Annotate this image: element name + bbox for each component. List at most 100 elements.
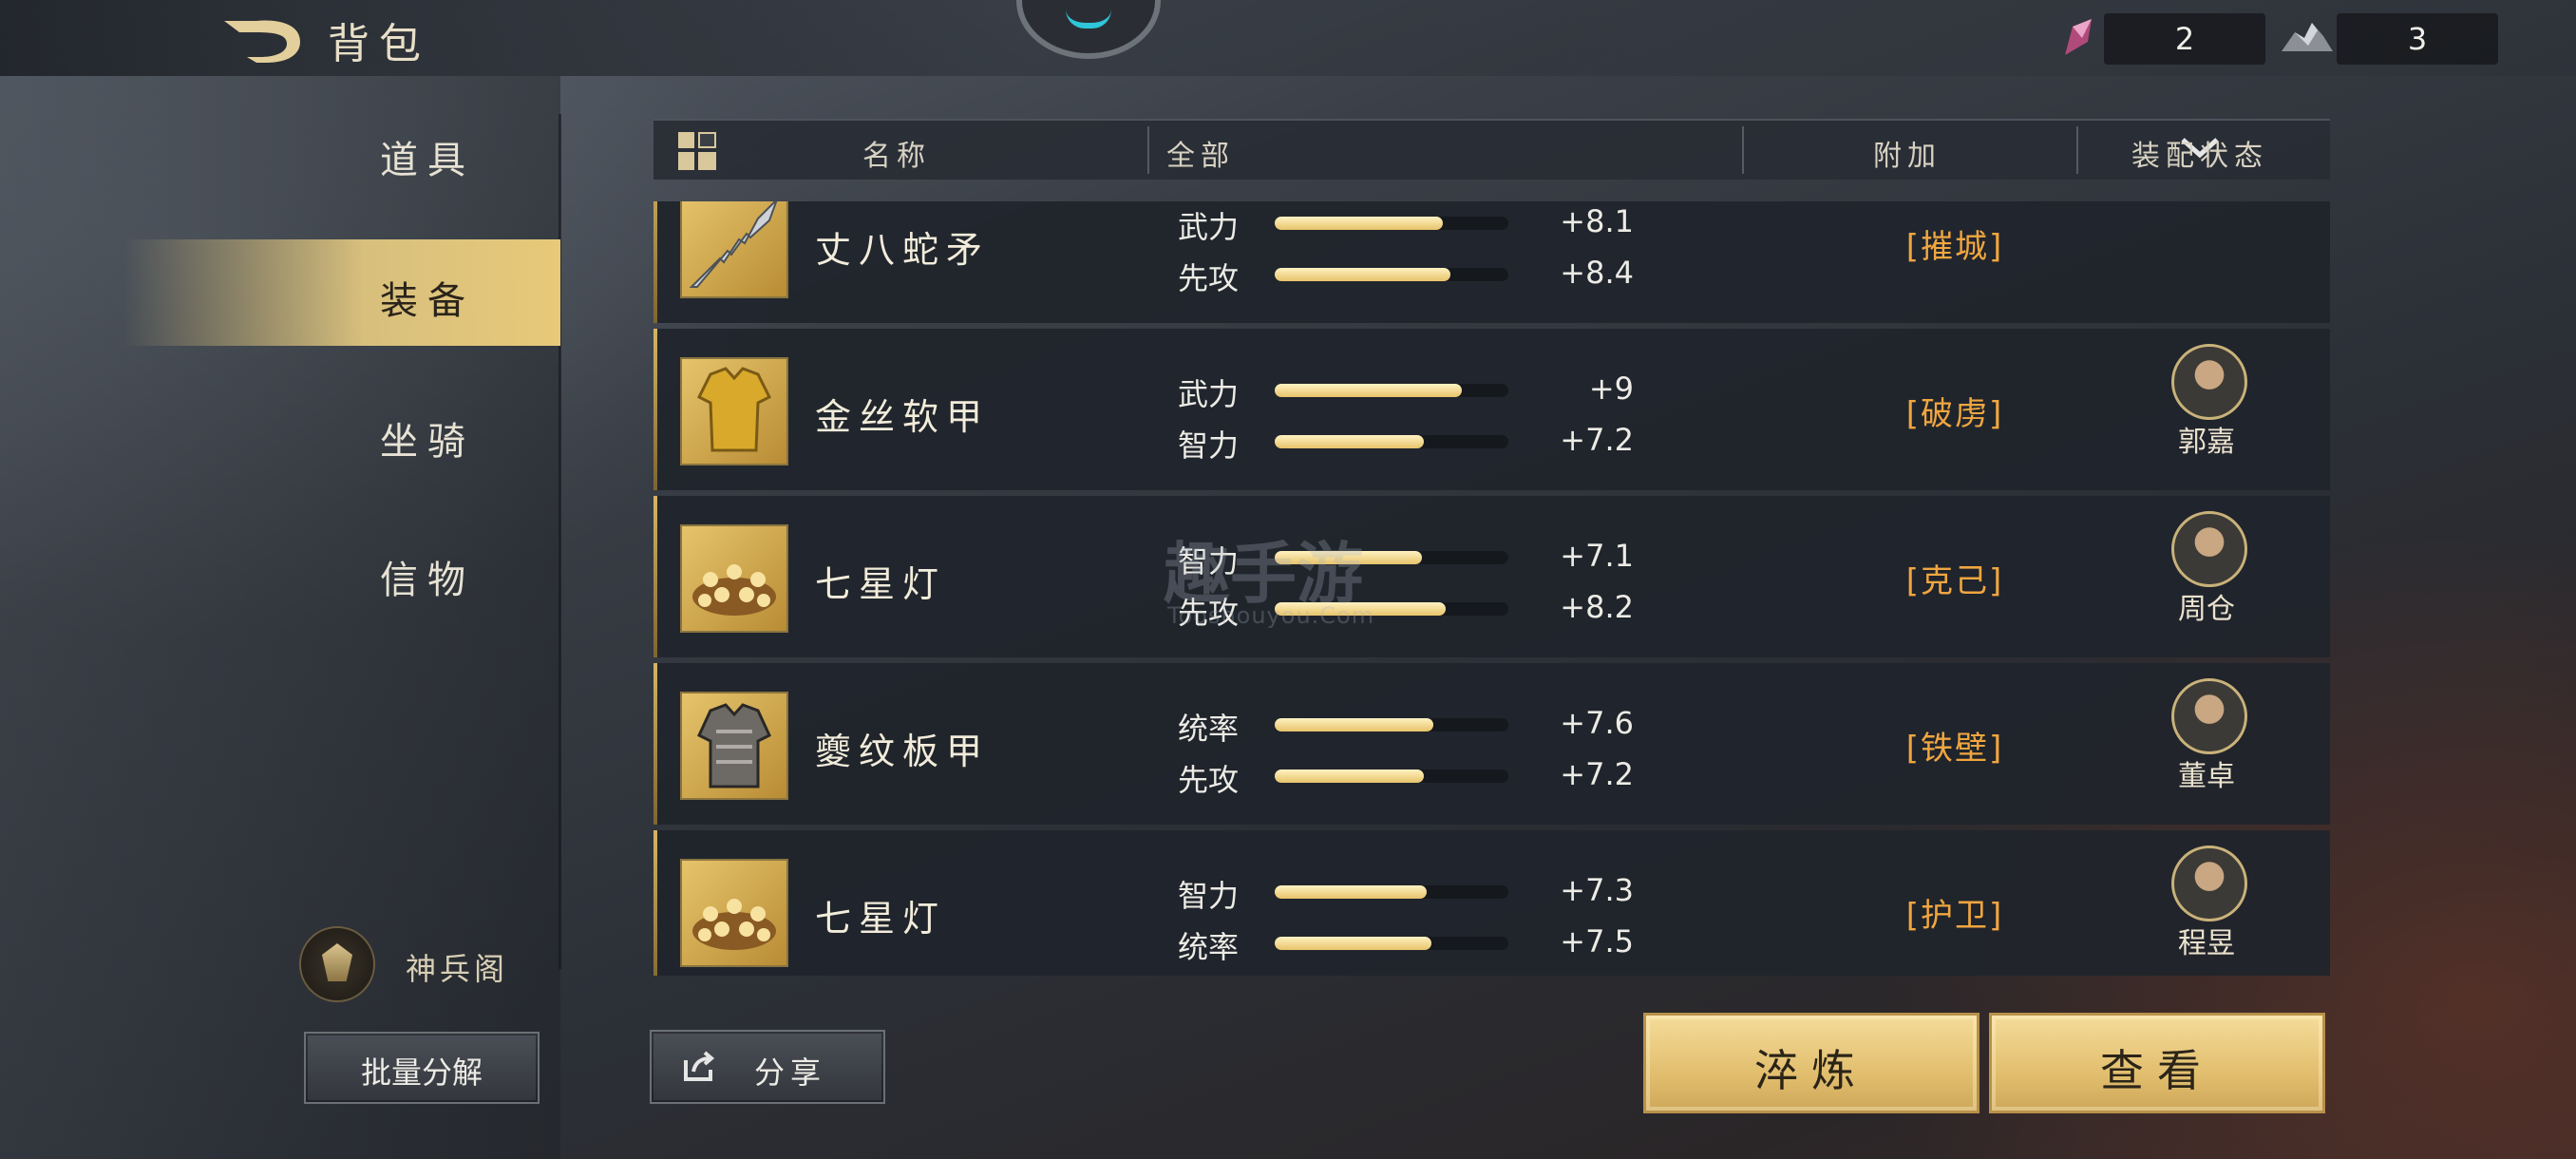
stat-bar [1275, 217, 1508, 230]
equipped-hero[interactable]: 郭嘉 [2152, 344, 2266, 486]
stat-label: 武力 [1178, 209, 1240, 245]
seven-star-lamp-icon [680, 859, 788, 967]
row-accent [653, 663, 657, 825]
share-label: 分享 [754, 1054, 827, 1091]
stat-value: +7.2 [1560, 756, 1634, 792]
hero-avatar [2171, 846, 2247, 922]
filter-dropdown-value: 全部 [1166, 140, 1235, 173]
equipped-hero[interactable]: 董卓 [2152, 678, 2266, 821]
stat-value: +9 [1588, 370, 1634, 407]
list-item[interactable]: 金丝软甲 武力 +9 智力 +7.2 [破虏] 郭嘉 [653, 329, 2330, 490]
refine-label: 淬炼 [1754, 1045, 1868, 1096]
stat-label: 武力 [1178, 376, 1240, 412]
header-separator [2076, 126, 2078, 174]
hero-avatar [2171, 344, 2247, 420]
stat-label: 先攻 [1178, 762, 1240, 798]
crystal-icon [2059, 17, 2097, 61]
refine-button[interactable]: 淬炼 [1643, 1013, 1979, 1113]
stat-value: +7.1 [1560, 538, 1634, 574]
list-item[interactable]: 夔纹板甲 统率 +7.6 先攻 +7.2 [铁壁] 董卓 [653, 663, 2330, 825]
column-header-name: 名称 [862, 140, 931, 173]
stat-bar-fill [1275, 268, 1450, 281]
view-button[interactable]: 查看 [1989, 1013, 2325, 1113]
sidebar-tab-mounts[interactable]: 坐骑 [123, 380, 560, 486]
stat-bar-fill [1275, 770, 1425, 783]
column-header-status: 装配状态 [2131, 140, 2268, 173]
bonus-tag: [护卫] [1905, 897, 2004, 935]
item-name: 金丝软甲 [815, 396, 991, 438]
item-name: 夔纹板甲 [815, 731, 991, 772]
stat-value: +7.5 [1560, 923, 1634, 960]
list-item[interactable]: 七星灯 智力 +7.1 先攻 +8.2 [克己] 周仓 [653, 496, 2330, 657]
hero-name: 周仓 [2178, 593, 2235, 626]
hero-avatar [2171, 678, 2247, 754]
seven-star-lamp-icon [680, 524, 788, 633]
view-label: 查看 [2100, 1045, 2214, 1096]
stat-bar [1275, 435, 1508, 448]
equipped-hero[interactable]: 程昱 [2152, 846, 2266, 976]
stat-value: +7.3 [1560, 872, 1634, 908]
stat-value: +8.4 [1560, 255, 1634, 291]
list-item[interactable]: 丈八蛇矛 武力 +8.1 先攻 +8.4 [摧城] [653, 201, 2330, 323]
equipment-list[interactable]: 丈八蛇矛 武力 +8.1 先攻 +8.4 [摧城] 金丝软甲 武力 +9 智力 … [653, 201, 2330, 976]
stat-line: 智力 +7.2 [1178, 422, 1634, 464]
stat-bar [1275, 937, 1508, 950]
item-name: 丈八蛇矛 [815, 229, 991, 271]
batch-decompose-button[interactable]: 批量分解 [304, 1032, 540, 1104]
equipped-hero[interactable]: 周仓 [2152, 511, 2266, 654]
bonus-tag: [破虏] [1905, 395, 2004, 433]
share-icon [684, 1051, 715, 1081]
stat-bar-fill [1275, 217, 1444, 230]
stat-bar [1275, 885, 1508, 899]
stat-bar-fill [1275, 937, 1431, 950]
hero-name: 程昱 [2178, 927, 2235, 960]
spear-icon [680, 201, 788, 298]
stat-bar [1275, 718, 1508, 732]
stat-line: 统率 +7.5 [1178, 923, 1634, 965]
stat-label: 智力 [1178, 878, 1240, 914]
armory-button[interactable]: 神兵阁 [299, 926, 546, 1002]
stat-bar-fill [1275, 885, 1427, 899]
watermark-subtext: Tooshouyou.Com [1167, 602, 1375, 629]
hero-name: 董卓 [2178, 760, 2235, 793]
stat-bar-fill [1275, 718, 1434, 732]
stat-bar [1275, 770, 1508, 783]
stat-line: 武力 +9 [1178, 370, 1634, 412]
table-header: 名称 全部 附加 装配状态 [653, 119, 2330, 180]
bonus-tag: [铁壁] [1905, 730, 2004, 768]
stat-bar [1275, 268, 1508, 281]
stat-label: 智力 [1178, 428, 1240, 464]
sidebar-tab-items[interactable]: 道具 [123, 99, 560, 205]
armory-emblem-icon [299, 926, 375, 1002]
stat-value: +8.2 [1560, 589, 1634, 625]
plate-armor-icon [680, 692, 788, 800]
watermark: 趣手游 Tooshouyou.Com [1164, 521, 1439, 635]
share-button[interactable]: 分享 [650, 1030, 885, 1104]
resource-crystal: 2 [2104, 13, 2265, 65]
header-separator [1742, 126, 1744, 174]
stat-line: 智力 +7.3 [1178, 872, 1634, 914]
item-name: 七星灯 [815, 563, 947, 605]
sidebar-tab-tokens[interactable]: 信物 [123, 519, 560, 625]
row-accent [653, 201, 657, 323]
stat-line: 先攻 +8.4 [1178, 255, 1634, 296]
grid-view-icon[interactable] [678, 132, 716, 170]
row-accent [653, 830, 657, 976]
sidebar-tab-equipment[interactable]: 装备 [123, 239, 560, 346]
back-arrow-icon[interactable] [218, 13, 304, 65]
filter-dropdown[interactable]: 全部 [1149, 121, 2219, 180]
stat-label: 先攻 [1178, 260, 1240, 296]
stat-label: 统率 [1178, 929, 1240, 965]
resource-ore: 3 [2337, 13, 2498, 65]
stat-bar [1275, 384, 1508, 397]
stat-line: 统率 +7.6 [1178, 705, 1634, 747]
gold-armor-icon [680, 357, 788, 466]
hero-avatar [2171, 511, 2247, 587]
stat-line: 武力 +8.1 [1178, 203, 1634, 245]
bonus-tag: [克己] [1905, 562, 2004, 600]
row-accent [653, 496, 657, 657]
hero-name: 郭嘉 [2178, 426, 2235, 459]
bonus-tag: [摧城] [1905, 228, 2004, 266]
stat-bar-fill [1275, 435, 1425, 448]
list-item[interactable]: 七星灯 智力 +7.3 统率 +7.5 [护卫] 程昱 [653, 830, 2330, 976]
